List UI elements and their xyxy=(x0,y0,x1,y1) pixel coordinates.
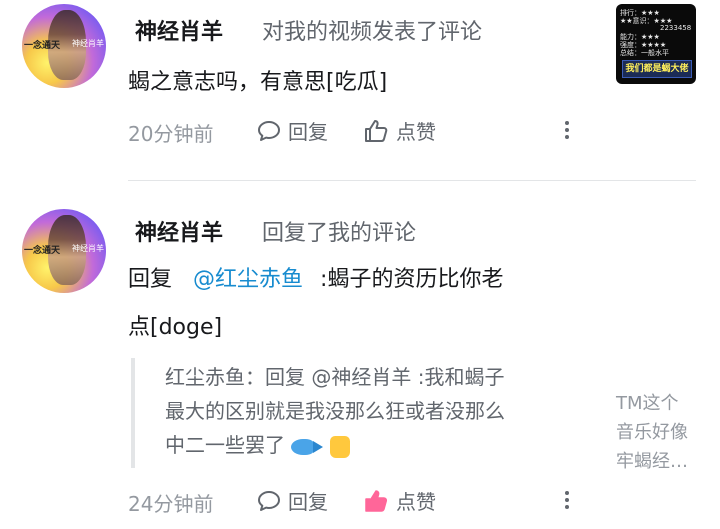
avatar-tag: 神经肖羊 xyxy=(72,39,104,48)
comment-text-line2: 点[doge] xyxy=(128,315,223,340)
preview-line: TM这个 xyxy=(616,393,679,414)
mention-link[interactable]: @红尘赤鱼 xyxy=(193,267,303,292)
comment-text-body: :蝎子的资历比你老 xyxy=(320,267,504,292)
avatar-tag: 一念通天 xyxy=(24,41,61,51)
like-label: 点赞 xyxy=(396,120,436,144)
notification-item-2[interactable]: 一念通天 神经肖羊 神经肖羊 回复了我的评论 回复 @红尘赤鱼 :蝎子的资历比你… xyxy=(0,181,720,529)
original-comment-preview[interactable]: TM这个 音乐好像 牢蝎经… xyxy=(616,389,712,476)
avatar[interactable]: 一念通天 神经肖羊 xyxy=(22,209,106,293)
thumbnail-text: 总结：一般水平 xyxy=(620,49,669,57)
comment-text: 蝎之意志吗，有意思[吃瓜] xyxy=(128,60,387,106)
username[interactable]: 神经肖羊 xyxy=(135,215,223,247)
reply-icon xyxy=(256,488,282,514)
quoted-comment[interactable]: 红尘赤鱼：回复 @神经肖羊 :我和蝎子 最大的区别就是我没那么狂或者没那么 中二… xyxy=(165,360,585,462)
reply-prefix: 回复 xyxy=(128,267,173,292)
thumbs-up-icon xyxy=(362,487,390,515)
reply-button[interactable]: 回复 xyxy=(256,116,328,145)
username[interactable]: 神经肖羊 xyxy=(135,14,223,46)
reply-icon xyxy=(256,118,282,144)
avatar[interactable]: 一念通天 神经肖羊 xyxy=(22,4,106,88)
notification-item-1[interactable]: 一念通天 神经肖羊 神经肖羊 对我的视频发表了评论 蝎之意志吗，有意思[吃瓜] … xyxy=(0,0,720,180)
quote-bar xyxy=(131,358,135,468)
notification-action: 对我的视频发表了评论 xyxy=(262,20,483,45)
quote-line: 红尘赤鱼：回复 @神经肖羊 :我和蝎子 xyxy=(165,365,505,389)
avatar-tag: 神经肖羊 xyxy=(72,244,104,253)
comment-time: 24分钟前 xyxy=(128,492,214,516)
more-options-icon[interactable] xyxy=(562,488,572,512)
comment-time: 20分钟前 xyxy=(128,122,214,146)
preview-line: 牢蝎经… xyxy=(616,451,688,472)
thumbnail-text: 2233458 xyxy=(660,24,692,32)
thumbnail-banner: 我们都是蝎大佬 xyxy=(622,60,692,78)
quote-line: 最大的区别就是我没那么狂或者没那么 xyxy=(165,399,505,423)
like-button[interactable]: 点赞 xyxy=(362,486,436,515)
reply-label: 回复 xyxy=(288,490,328,514)
thumbs-up-icon xyxy=(362,117,390,145)
comment-text: 回复 @红尘赤鱼 :蝎子的资历比你老 xyxy=(128,257,588,303)
preview-line: 音乐好像 xyxy=(616,422,688,443)
more-options-icon[interactable] xyxy=(562,118,572,142)
comment-text-body: 蝎之意志吗，有意思[吃瓜] xyxy=(128,70,388,95)
video-thumbnail[interactable]: 排行：★★★ ★★意识：★★★ 2233458 能力：★★★ 强度：★★★★ 总… xyxy=(616,4,696,84)
thumbs-up-emoji-icon xyxy=(329,435,350,458)
quote-line: 中二一些罢了 xyxy=(165,433,285,457)
avatar-tag: 一念通天 xyxy=(24,246,61,256)
quote-line-wrap: 中二一些罢了 xyxy=(165,428,585,462)
like-button[interactable]: 点赞 xyxy=(362,116,436,145)
notification-action: 回复了我的评论 xyxy=(262,221,417,246)
fish-emoji-icon xyxy=(291,438,324,455)
like-label: 点赞 xyxy=(396,490,436,514)
reply-button[interactable]: 回复 xyxy=(256,486,328,515)
reply-label: 回复 xyxy=(288,120,328,144)
